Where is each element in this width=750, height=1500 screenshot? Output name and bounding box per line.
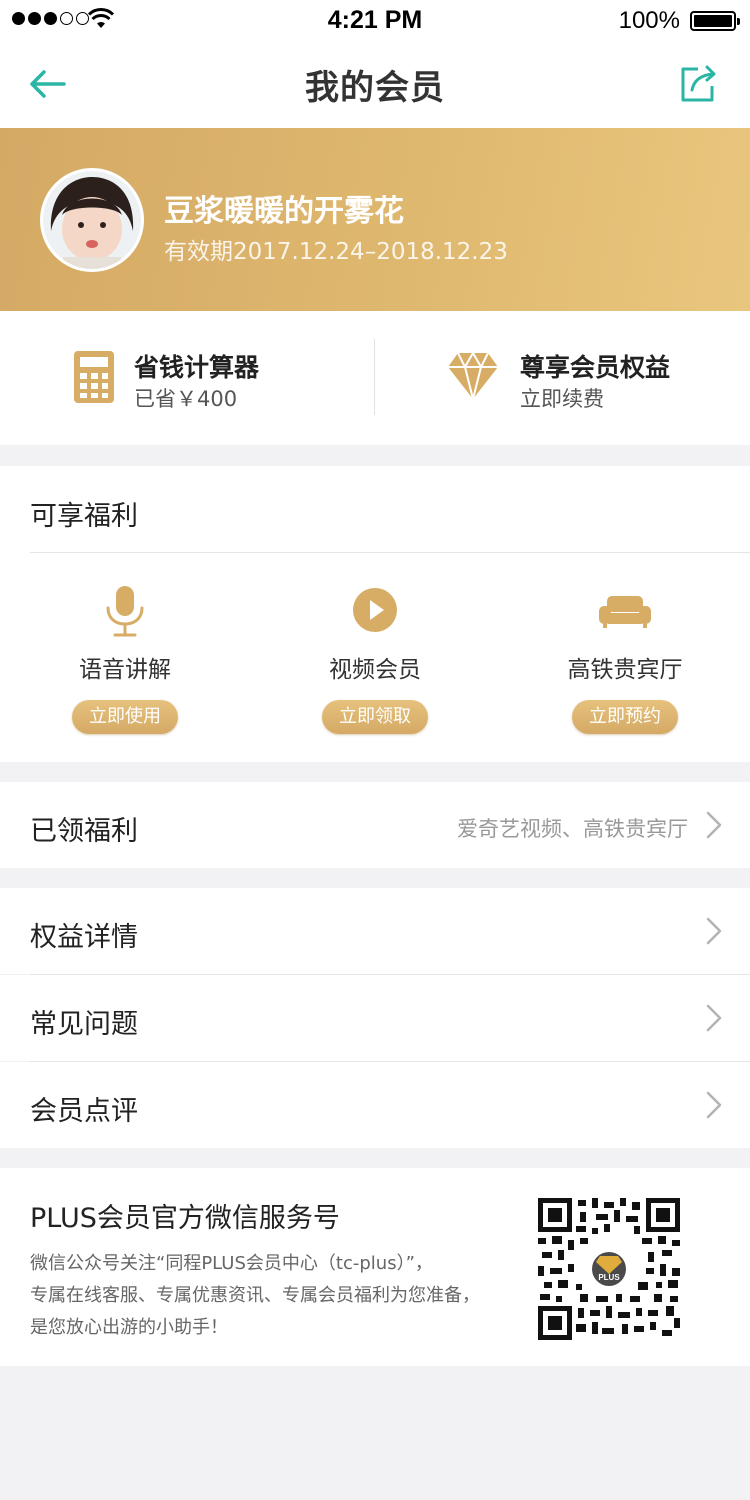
faq-row[interactable]: 常见问题 [0,975,750,1061]
benefit-label: 视频会员 [329,657,421,683]
diamond-icon [448,353,498,399]
chevron-right-icon [706,1004,722,1032]
wechat-description: 微信公众号关注“同程PLUS会员中心（tc-plus）”， 专属在线客服、专属优… [30,1248,530,1344]
row-label: 权益详情 [30,922,138,953]
wechat-desc-line: 微信公众号关注“同程PLUS会员中心（tc-plus）”， [30,1253,433,1274]
microphone-icon [106,586,144,637]
qr-badge-text: PLUS [598,1273,620,1282]
quick-panel: 省钱计算器 已省￥400 尊享会员权益 立即续费 [0,311,750,445]
share-button[interactable] [676,62,720,106]
arrow-left-icon [30,70,66,98]
claimed-benefits-value: 爱奇艺视频、高铁贵宾厅 [457,817,688,841]
wechat-service-section: PLUS会员官方微信服务号 微信公众号关注“同程PLUS会员中心（tc-plus… [0,1168,750,1366]
benefit-video-member: 视频会员 立即领取 [250,566,500,746]
status-bar: 4:21 PM 100% [0,0,750,40]
chevron-right-icon [706,811,722,839]
benefit-label: 高铁贵宾厅 [567,657,683,683]
rights-detail-row[interactable]: 权益详情 [0,888,750,974]
benefits-section: 可享福利 语音讲解 立即使用 视频会员 立即领取 高铁贵宾厅 立即预约 [0,466,750,762]
wechat-desc-line: 专属在线客服、专属优惠资讯、专属会员福利为您准备， [30,1285,480,1306]
savings-calculator-item[interactable]: 省钱计算器 已省￥400 [0,311,375,445]
benefit-voice-guide: 语音讲解 立即使用 [0,566,250,746]
member-rights-item[interactable]: 尊享会员权益 立即续费 [375,311,750,445]
member-validity: 有效期2017.12.24–2018.12.23 [164,239,508,265]
quick-title-rights: 尊享会员权益 [520,353,671,382]
wechat-desc-line: 是您放心出游的小助手！ [30,1317,228,1338]
row-label: 已领福利 [30,816,138,847]
benefit-label: 语音讲解 [79,657,171,683]
chevron-right-icon [706,1091,722,1119]
nav-bar: 我的会员 [0,40,750,128]
play-icon [353,588,397,632]
calculator-icon [74,351,114,403]
book-now-button[interactable]: 立即预约 [572,700,678,734]
member-header: 豆浆暖暖的开雾花 有效期2017.12.24–2018.12.23 [0,128,750,311]
battery-icon [690,11,740,31]
quick-title-calculator: 省钱计算器 [134,353,260,382]
wechat-title: PLUS会员官方微信服务号 [30,1203,340,1234]
divider [30,552,750,553]
row-label: 会员点评 [30,1096,138,1127]
sofa-icon [599,596,651,628]
benefit-vip-lounge: 高铁贵宾厅 立即预约 [500,566,750,746]
page-title: 我的会员 [305,67,445,108]
row-label: 常见问题 [30,1009,138,1040]
avatar[interactable] [40,168,144,272]
member-reviews-row[interactable]: 会员点评 [0,1062,750,1148]
member-name: 豆浆暖暖的开雾花 [164,194,404,229]
claimed-benefits-row[interactable]: 已领福利 爱奇艺视频、高铁贵宾厅 [0,782,750,868]
benefits-title: 可享福利 [30,501,138,532]
back-button[interactable] [26,62,70,106]
share-icon [681,65,716,102]
qr-code[interactable]: PLUS [538,1198,680,1340]
use-now-button[interactable]: 立即使用 [72,700,178,734]
claim-now-button[interactable]: 立即领取 [322,700,428,734]
chevron-right-icon [706,917,722,945]
quick-subtitle-rights: 立即续费 [520,387,604,411]
quick-subtitle-calculator: 已省￥400 [134,387,238,411]
battery-percent: 100% [618,7,680,34]
